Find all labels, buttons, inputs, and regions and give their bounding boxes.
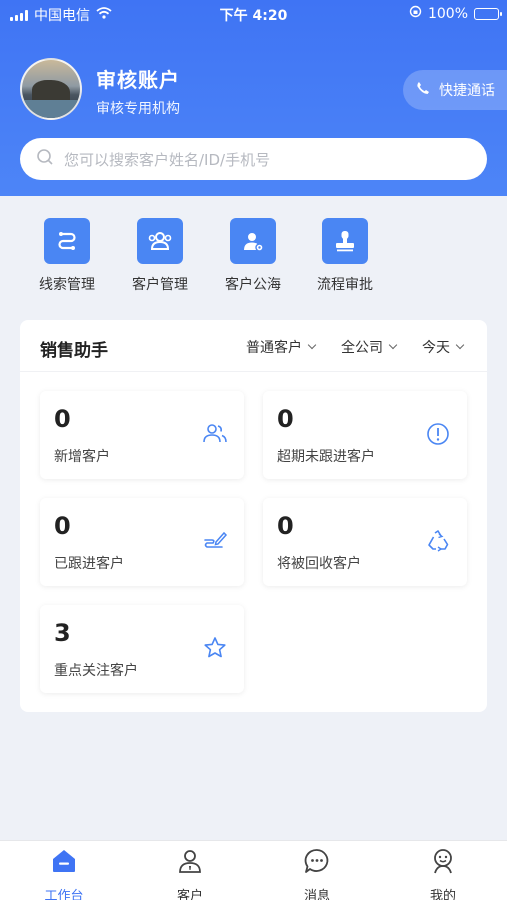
- shortcut-customer-management[interactable]: 客户管理: [120, 218, 200, 294]
- message-icon: [304, 849, 329, 873]
- workbench-icon: [53, 850, 75, 872]
- public-pool-icon: [230, 218, 276, 264]
- stat-overdue-customers[interactable]: 0 超期未跟进客户: [263, 391, 467, 479]
- customers-icon: [137, 218, 183, 264]
- shortcut-label: 线索管理: [39, 277, 95, 293]
- card-title: 销售助手: [40, 341, 108, 361]
- sales-assistant-card: 销售助手 普通客户 全公司 今天 0 新增客户 0 超期未跟进客户 0 已跟进客…: [20, 320, 487, 712]
- clue-icon: [44, 218, 90, 264]
- quick-call-button[interactable]: 快捷通话: [403, 70, 507, 110]
- chevron-down-icon: [307, 340, 317, 350]
- customer-type-dropdown[interactable]: 普通客户: [246, 337, 317, 357]
- tab-label: 客户: [176, 889, 203, 900]
- stat-value: 0: [54, 512, 71, 540]
- shortcut-clue-management[interactable]: 线索管理: [27, 218, 107, 294]
- profile-icon: [434, 849, 452, 874]
- card-header: 销售助手 普通客户 全公司 今天: [20, 320, 487, 372]
- tab-label: 消息: [303, 889, 330, 900]
- search-placeholder: 您可以搜索客户姓名/ID/手机号: [64, 150, 271, 169]
- stat-value: 0: [54, 405, 71, 433]
- avatar[interactable]: [20, 58, 82, 120]
- stat-label: 重点关注客户: [54, 663, 138, 679]
- stat-label: 超期未跟进客户: [277, 449, 375, 465]
- stat-label: 已跟进客户: [54, 556, 124, 572]
- filter-label: 全公司: [341, 340, 383, 356]
- shortcut-approval[interactable]: 流程审批: [305, 218, 385, 294]
- battery-icon: [474, 7, 502, 20]
- approval-stamp-icon: [322, 218, 368, 264]
- shortcut-label: 流程审批: [317, 277, 373, 293]
- account-name: 审核账户: [96, 68, 180, 92]
- users-icon: [203, 424, 227, 443]
- stat-value: 3: [54, 619, 71, 647]
- quick-call-label: 快捷通话: [439, 83, 495, 99]
- customer-icon: [179, 850, 201, 873]
- tab-label: 我的: [429, 889, 456, 900]
- stat-value: 0: [277, 512, 294, 540]
- star-icon: [204, 637, 226, 658]
- stat-label: 将被回收客户: [277, 556, 361, 572]
- chevron-down-icon: [455, 340, 465, 350]
- search-input[interactable]: 您可以搜索客户姓名/ID/手机号: [20, 138, 487, 180]
- tab-bar: 工作台 客户 消息 我的: [0, 840, 507, 900]
- date-range-dropdown[interactable]: 今天: [422, 337, 465, 357]
- stat-recycle-customers[interactable]: 0 将被回收客户: [263, 498, 467, 586]
- orientation-lock-icon: [409, 5, 422, 22]
- battery-percent: 100%: [427, 5, 468, 22]
- header: 中国电信 下午 4:20 100% 审核账户 审核专用机构 快捷通话 您可以搜索…: [0, 0, 507, 196]
- tab-customer[interactable]: 客户: [150, 847, 230, 900]
- search-icon: [36, 148, 54, 170]
- tab-mine[interactable]: 我的: [403, 847, 483, 900]
- stat-label: 新增客户: [54, 449, 110, 465]
- account-org: 审核专用机构: [96, 101, 180, 117]
- alert-circle-icon: [427, 423, 449, 445]
- shortcut-public-pool[interactable]: 客户公海: [213, 218, 293, 294]
- shortcut-label: 客户管理: [132, 277, 188, 293]
- tab-workbench[interactable]: 工作台: [24, 847, 104, 900]
- chevron-down-icon: [388, 340, 398, 350]
- tab-messages[interactable]: 消息: [277, 847, 357, 900]
- shortcut-grid: 线索管理 客户管理 客户公海 流程审批: [0, 218, 507, 298]
- phone-icon: [415, 80, 431, 100]
- recycle-icon: [428, 530, 449, 552]
- stat-value: 0: [277, 405, 294, 433]
- stat-key-customers[interactable]: 3 重点关注客户: [40, 605, 244, 693]
- filter-label: 今天: [422, 340, 450, 356]
- stat-followed-customers[interactable]: 0 已跟进客户: [40, 498, 244, 586]
- follow-up-icon: [204, 531, 228, 548]
- status-bar: 中国电信 下午 4:20 100%: [0, 0, 507, 28]
- tab-label: 工作台: [44, 889, 84, 900]
- scope-dropdown[interactable]: 全公司: [341, 337, 398, 357]
- filter-label: 普通客户: [246, 340, 302, 356]
- stat-new-customers[interactable]: 0 新增客户: [40, 391, 244, 479]
- shortcut-label: 客户公海: [225, 277, 281, 293]
